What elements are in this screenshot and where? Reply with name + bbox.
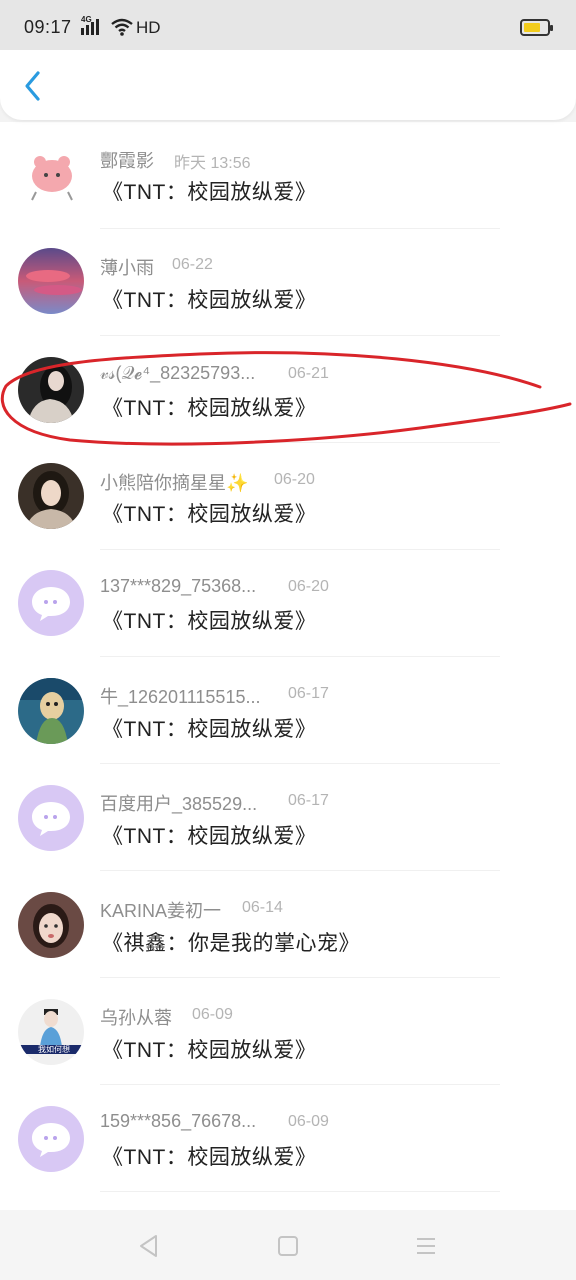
girl-dark-hair-avatar[interactable] [18,357,84,423]
sender-name: 酆霞影 [100,147,154,173]
message-date: 06-09 [192,1006,233,1023]
sender-name: KARINA姜初一 [100,897,221,923]
boy-sketch-avatar[interactable]: 我如何想 [18,999,84,1065]
message-title: 《TNT：校园放纵爱》 [102,1039,317,1062]
top-nav [0,50,576,122]
default-chat-avatar[interactable] [18,1106,84,1172]
message-title: 《TNT：校园放纵爱》 [102,397,317,420]
battery-icon [520,19,553,36]
default-chat-avatar[interactable] [18,570,84,636]
girl-portrait-avatar[interactable] [18,463,84,529]
sender-name-text: 159***856_76678... [100,1111,257,1131]
sender-name-text: 乌孙从蓉 [100,1008,172,1028]
list-item[interactable]: 酆霞影 昨天 13:56 《TNT：校园放纵爱》 [0,122,576,229]
status-time: 09:17 [24,17,72,37]
list-item[interactable]: 牛_126201115515... 06-17 《TNT：校园放纵爱》 [0,657,576,764]
message-title: 《TNT：校园放纵爱》 [102,610,317,633]
list-item[interactable]: 我如何想 乌孙从蓉 06-09 《TNT：校园放纵爱》 [0,978,576,1085]
default-chat-avatar[interactable] [18,785,84,851]
sender-name: 小熊陪你摘星星✨ [100,469,248,495]
hd-indicator: HD [136,18,161,37]
triangle-back-icon[interactable] [136,1232,164,1260]
message-date: 06-20 [288,578,329,595]
message-title: 《TNT：校园放纵爱》 [102,718,317,741]
sender-name: 159***856_76678... [100,1111,256,1132]
message-date: 06-17 [288,685,329,702]
menu-lines-icon[interactable] [412,1232,440,1260]
avatar-caption: 我如何想 [38,1045,70,1054]
message-date: 06-22 [172,256,213,273]
sender-name: 乌孙从蓉 [100,1004,172,1030]
sender-name: 薄小雨 [100,254,154,280]
pink-bird-avatar[interactable] [18,142,84,208]
sender-name: 137***829_75368... [100,576,256,597]
sender-name: 𝓋𝓈(𝒬𝓮⁴_82325793... [100,363,255,384]
sender-name-text: 百度用户_385529... [100,794,258,814]
list-item[interactable]: 百度用户_385529... 06-17 《TNT：校园放纵爱》 [0,764,576,871]
message-date: 06-20 [274,471,315,488]
top-nav-panel [0,50,576,120]
sender-name: 牛_126201115515... [100,683,260,709]
message-title: 《TNT：校园放纵爱》 [102,825,317,848]
back-icon[interactable] [18,68,48,104]
sender-name-text: KARINA姜初一 [100,901,222,921]
list-item[interactable]: 小熊陪你摘星星✨ 06-20 《TNT：校园放纵爱》 [0,443,576,550]
list-item[interactable]: 𝓋𝓈(𝒬𝓮⁴_82325793... 06-21 《TNT：校园放纵爱》 [0,336,576,443]
message-title: 《TNT：校园放纵爱》 [102,181,317,204]
system-nav-bar [0,1210,576,1280]
sunset-clouds-avatar[interactable] [18,248,84,314]
sender-name-text: 酆霞影 [100,151,154,171]
sender-name-text: 137***829_75368... [100,576,257,596]
list-item[interactable]: 薄小雨 06-22 《TNT：校园放纵爱》 [0,229,576,336]
list-item[interactable]: KARINA姜初一 06-14 《祺鑫：你是我的掌心宠》 [0,871,576,978]
sender-name-text: 牛_126201115515... [100,687,261,707]
message-date: 06-09 [288,1113,329,1130]
wifi-icon [111,18,133,36]
message-title: 《TNT：校园放纵爱》 [102,1146,317,1169]
square-home-icon[interactable] [274,1232,302,1260]
sender-name-text: 𝓋𝓈(𝒬𝓮⁴_82325793... [100,363,256,383]
status-bar: 09:17 4G HD [0,0,576,50]
sender-name-text: 小熊陪你摘星星✨ [100,473,249,493]
message-date: 06-21 [288,365,329,382]
message-date: 06-14 [242,899,283,916]
message-title: 《TNT：校园放纵爱》 [102,289,317,312]
battery-cap [550,25,553,31]
list-item[interactable]: 137***829_75368... 06-20 《TNT：校园放纵爱》 [0,550,576,657]
divider [100,1191,500,1192]
message-date: 昨天 13:56 [174,155,251,172]
sender-name-text: 薄小雨 [100,258,154,278]
anime-character-avatar[interactable] [18,678,84,744]
message-date: 06-17 [288,792,329,809]
message-title: 《祺鑫：你是我的掌心宠》 [102,932,360,955]
battery-level [524,23,540,32]
signal-icon [81,19,99,35]
sender-name: 百度用户_385529... [100,790,257,816]
message-title: 《TNT：校园放纵爱》 [102,503,317,526]
girl-crying-avatar[interactable] [18,892,84,958]
list-item[interactable]: 159***856_76678... 06-09 《TNT：校园放纵爱》 [0,1085,576,1192]
